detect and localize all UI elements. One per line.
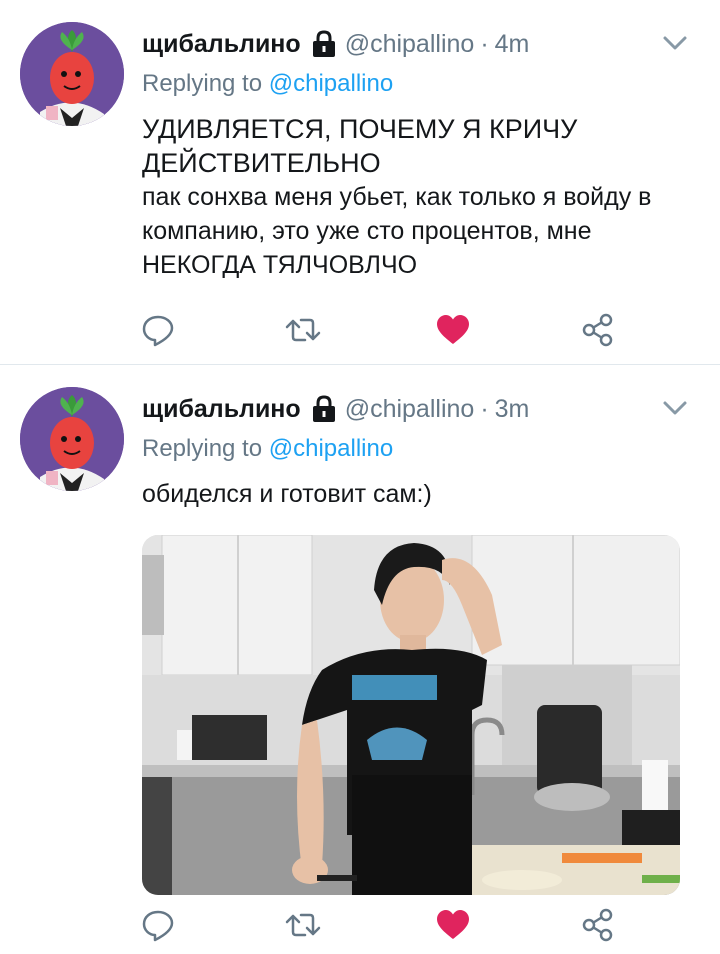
tweet-header: щибальлино @chipallino · 4m <box>142 24 690 64</box>
retweet-button[interactable] <box>285 312 321 348</box>
heart-icon <box>437 910 469 939</box>
separator: · <box>480 29 489 58</box>
tweet-media-image[interactable] <box>142 535 680 895</box>
timestamp[interactable]: 4m <box>495 30 530 59</box>
tweet-body: щибальлино @chipallino · 4m Replying to … <box>142 24 690 282</box>
avatar-image <box>20 22 124 126</box>
heart-icon <box>437 315 469 344</box>
avatar[interactable] <box>20 22 124 126</box>
tweet-text: пак сонхва меня убьет, как только я войд… <box>142 183 652 279</box>
lock-icon <box>311 30 337 58</box>
avatar[interactable] <box>20 387 124 491</box>
retweet-button[interactable] <box>285 907 321 943</box>
tweet[interactable]: щибальлино @chipallino · 4m Replying to … <box>0 0 720 365</box>
tweet-body: щибальлино @chipallino · 3m Replying to … <box>142 389 690 511</box>
handle[interactable]: @chipallino <box>345 395 475 424</box>
tweet-text: УДИВЛЯЕТСЯ, ПОЧЕМУ Я КРИЧУ ДЕЙСТВИТЕЛЬНО <box>142 114 578 178</box>
share-button[interactable] <box>580 907 616 943</box>
timestamp[interactable]: 3m <box>495 395 530 424</box>
reply-mention-link[interactable]: @chipallino <box>269 435 393 462</box>
reply-icon <box>142 910 174 942</box>
reply-button[interactable] <box>140 312 176 348</box>
chevron-down-icon[interactable] <box>660 393 690 423</box>
lock-icon <box>311 395 337 423</box>
reply-mention-link[interactable]: @chipallino <box>269 70 393 97</box>
retweet-icon <box>285 913 321 937</box>
display-name[interactable]: щибальлино <box>142 30 301 59</box>
share-button[interactable] <box>580 312 616 348</box>
like-button[interactable] <box>435 312 471 348</box>
replying-to: Replying to @chipallino <box>142 435 690 469</box>
tweet-actions <box>140 907 640 947</box>
share-icon <box>582 908 613 942</box>
replying-prefix: Replying to <box>142 70 263 97</box>
reply-icon <box>142 315 174 347</box>
retweet-icon <box>285 318 321 342</box>
tweet-text: обиделся и готовит сам:) <box>142 480 432 508</box>
separator: · <box>480 394 489 423</box>
tweet-actions <box>140 312 640 352</box>
handle[interactable]: @chipallino <box>345 30 475 59</box>
timeline-feed: щибальлино @chipallino · 4m Replying to … <box>0 0 720 954</box>
avatar-image <box>20 387 124 491</box>
reply-button[interactable] <box>140 907 176 943</box>
share-icon <box>582 313 613 347</box>
tweet[interactable]: щибальлино @chipallino · 3m Replying to … <box>0 365 720 954</box>
like-button[interactable] <box>435 907 471 943</box>
replying-prefix: Replying to <box>142 435 263 462</box>
kitchen-photo <box>142 535 680 895</box>
replying-to: Replying to @chipallino <box>142 70 690 104</box>
tweet-header: щибальлино @chipallino · 3m <box>142 389 690 429</box>
chevron-down-icon[interactable] <box>660 28 690 58</box>
display-name[interactable]: щибальлино <box>142 395 301 424</box>
